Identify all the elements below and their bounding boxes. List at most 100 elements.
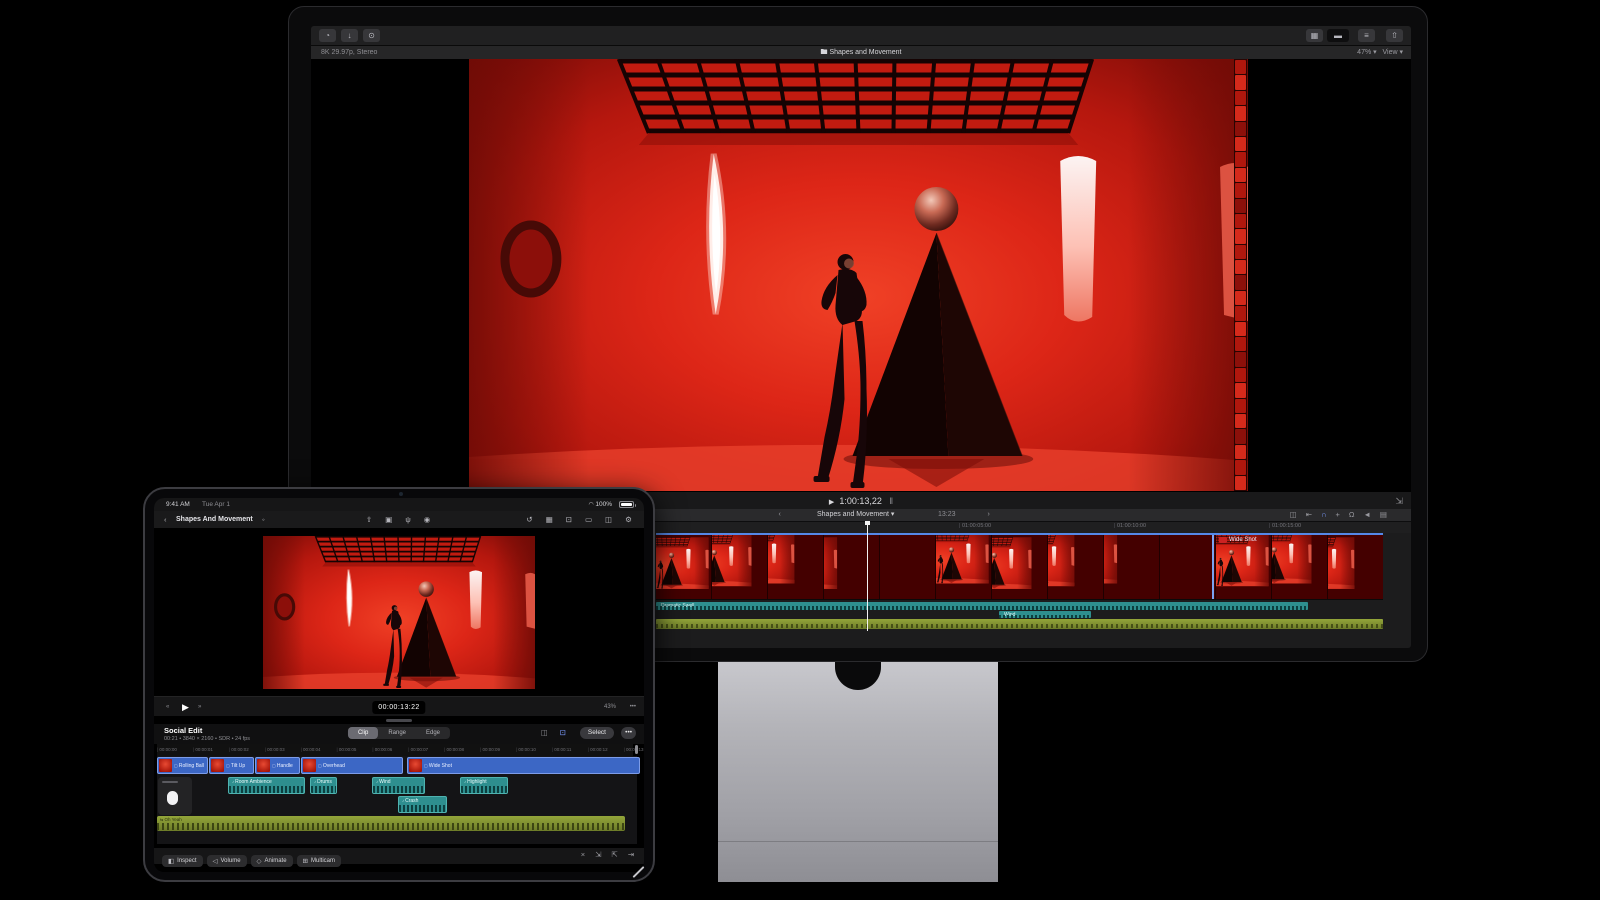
insert-icon[interactable]: ⇥ xyxy=(628,850,634,859)
timeline-tool-icon[interactable]: + xyxy=(1335,509,1339,521)
timeline-back-icon[interactable]: ‹ xyxy=(779,509,781,521)
viewer-mode-icon[interactable]: ▬ xyxy=(1327,29,1349,42)
adjustments-icon[interactable]: ≡ xyxy=(1358,29,1375,42)
mode-option[interactable]: Edge xyxy=(416,727,450,739)
timeline-tool-icon[interactable]: ◄ xyxy=(1363,509,1370,521)
audio-clip[interactable]: Wind xyxy=(372,777,425,794)
playhead[interactable] xyxy=(867,521,868,631)
viewer-timecode: 1:00:13,22 xyxy=(839,496,882,506)
ruler-scrollbar[interactable] xyxy=(635,745,638,754)
toolbar-button[interactable]: ◧ Inspect xyxy=(162,855,203,867)
more-button[interactable]: ••• xyxy=(621,727,636,739)
audio-clip[interactable]: Dramatic Swell xyxy=(656,602,1308,610)
delete-icon[interactable]: × xyxy=(581,850,585,859)
video-clip[interactable]: Tilt Up xyxy=(209,757,254,774)
timeline-duration: 13:23 xyxy=(938,509,956,521)
audio-meters-icon[interactable]: ‖ xyxy=(889,496,893,506)
view-dropdown[interactable]: View ▾ xyxy=(1382,49,1403,56)
ipad-ruler[interactable]: 00:00:0000:00:0100:00:0200:00:0300:00:04… xyxy=(157,744,633,756)
skip-back-icon[interactable]: « xyxy=(166,697,169,717)
select-button[interactable]: Select xyxy=(580,727,614,739)
mode-option[interactable]: Clip xyxy=(348,727,378,739)
connect-clips-icon[interactable]: ◫ xyxy=(541,728,548,737)
nav-icon[interactable]: ▣ xyxy=(385,511,392,529)
filmstrip-frame xyxy=(824,535,880,599)
clip-boundary[interactable] xyxy=(1212,535,1214,600)
connected-clip-thumbnail[interactable] xyxy=(158,777,192,815)
toolbar-button[interactable]: ⊞ Multicam xyxy=(297,855,341,867)
drag-handle[interactable] xyxy=(386,719,412,722)
timeline-tool-icon[interactable]: ▤ xyxy=(1380,509,1387,521)
nav-icon[interactable]: ◫ xyxy=(605,511,612,529)
timeline-view-icon[interactable]: ⊡ xyxy=(560,728,566,737)
more-icon[interactable]: ••• xyxy=(630,697,636,717)
primary-storyline[interactable]: Wide Shot xyxy=(656,533,1383,600)
nav-icon[interactable]: ⚙ xyxy=(625,511,632,529)
timeline-tool-icon[interactable]: Ω xyxy=(1349,509,1355,521)
ipad-transport-bar: « ▶ » 00:00:13:22 43% ••• xyxy=(154,696,644,716)
video-clip[interactable]: Rolling Ball xyxy=(157,757,208,774)
back-icon[interactable]: ‹ xyxy=(164,511,167,529)
audio-clip[interactable]: Room Ambience xyxy=(228,777,305,794)
video-clip[interactable]: Handle xyxy=(255,757,300,774)
overwrite-icon[interactable]: ⇲ xyxy=(595,850,601,859)
filmstrip-frame xyxy=(992,535,1048,599)
nav-right-icons: ↺ ▦ ⊡ ▭ ◫ ⚙ xyxy=(526,511,632,529)
timeline-forward-icon[interactable]: › xyxy=(988,509,990,521)
append-icon[interactable]: ⇱ xyxy=(611,850,617,859)
filmstrip-frame xyxy=(1216,535,1272,599)
audio-clip-label: Drums xyxy=(314,779,332,785)
play-button[interactable]: ▶ xyxy=(182,697,189,717)
project-title[interactable]: Shapes And Movement xyxy=(176,511,253,529)
filmstrip-frame xyxy=(1104,535,1160,599)
ruler-tick: 00:00:10 xyxy=(516,744,552,756)
timeline-tool-icon[interactable]: ⇤ xyxy=(1306,509,1312,521)
browser-grid-icon[interactable]: ▦ xyxy=(1306,29,1323,42)
nav-icon[interactable]: ▭ xyxy=(585,511,592,529)
selection-mode-segment[interactable]: ClipRangeEdge xyxy=(348,727,450,739)
keyword-editor-icon[interactable]: ⊙ xyxy=(363,29,380,42)
ipad-viewer-video[interactable] xyxy=(263,536,535,689)
audio-clip[interactable]: Wind xyxy=(999,611,1091,618)
clip-label: Tilt Up xyxy=(226,763,245,769)
music-clip[interactable]: Oh Yeah xyxy=(157,816,625,831)
toolbar-button[interactable]: ◁ Volume xyxy=(207,855,247,867)
mode-option[interactable]: Range xyxy=(378,727,416,739)
audio-clip[interactable]: Crash xyxy=(398,796,447,813)
clip-label: Wide Shot xyxy=(424,763,452,769)
audio-clip[interactable]: Highlight xyxy=(460,777,508,794)
toolbar-button-label: Inspect xyxy=(177,858,196,864)
filmstrip-frame xyxy=(1160,535,1216,599)
sync-status-icon[interactable]: ◔ xyxy=(319,29,336,42)
clip-thumbnail xyxy=(159,759,172,772)
ipad-viewer xyxy=(154,529,644,696)
viewer-video[interactable] xyxy=(469,59,1248,491)
nav-icon[interactable]: ψ xyxy=(405,511,410,529)
timeline-project-name[interactable]: Shapes and Movement ▾ xyxy=(817,509,894,521)
video-clip[interactable]: Wide Shot xyxy=(407,757,640,774)
timeline-tool-icon[interactable]: ◫ xyxy=(1290,509,1297,521)
toolbar-button[interactable]: ◇ Animate xyxy=(251,855,293,867)
filmstrip-frame xyxy=(1048,535,1104,599)
play-button[interactable]: ▶ xyxy=(829,499,834,506)
filmstrip-frame xyxy=(1328,535,1383,599)
audio-clip-label: Wind xyxy=(1004,612,1015,618)
nav-icon[interactable]: ▦ xyxy=(546,511,553,529)
zoom-level-dropdown[interactable]: 47% ▾ xyxy=(1357,49,1376,56)
fullscreen-icon[interactable]: ⇲ xyxy=(1395,492,1403,510)
skip-fwd-icon[interactable]: » xyxy=(198,697,201,717)
timeline-tool-icon[interactable]: ∩ xyxy=(1321,509,1326,521)
nav-icon[interactable]: ↺ xyxy=(526,511,532,529)
music-clip[interactable] xyxy=(656,619,1383,629)
nav-icon[interactable]: ⊡ xyxy=(566,511,572,529)
import-media-icon[interactable]: ↓ xyxy=(341,29,358,42)
audio-clip[interactable]: Drums xyxy=(310,777,337,794)
filmstrip-frame xyxy=(768,535,824,599)
share-icon[interactable]: ⇧ xyxy=(1386,29,1403,42)
edit-action-icons: × ⇲ ⇱ ⇥ xyxy=(581,850,634,859)
nav-icon[interactable]: ⇧ xyxy=(366,511,372,529)
video-clip[interactable]: Overhead xyxy=(301,757,403,774)
nav-icon[interactable]: ◉ xyxy=(424,511,431,529)
ruler-tick: 00:00:04 xyxy=(301,744,337,756)
timeline-zoom-level[interactable]: 43% xyxy=(604,697,616,717)
